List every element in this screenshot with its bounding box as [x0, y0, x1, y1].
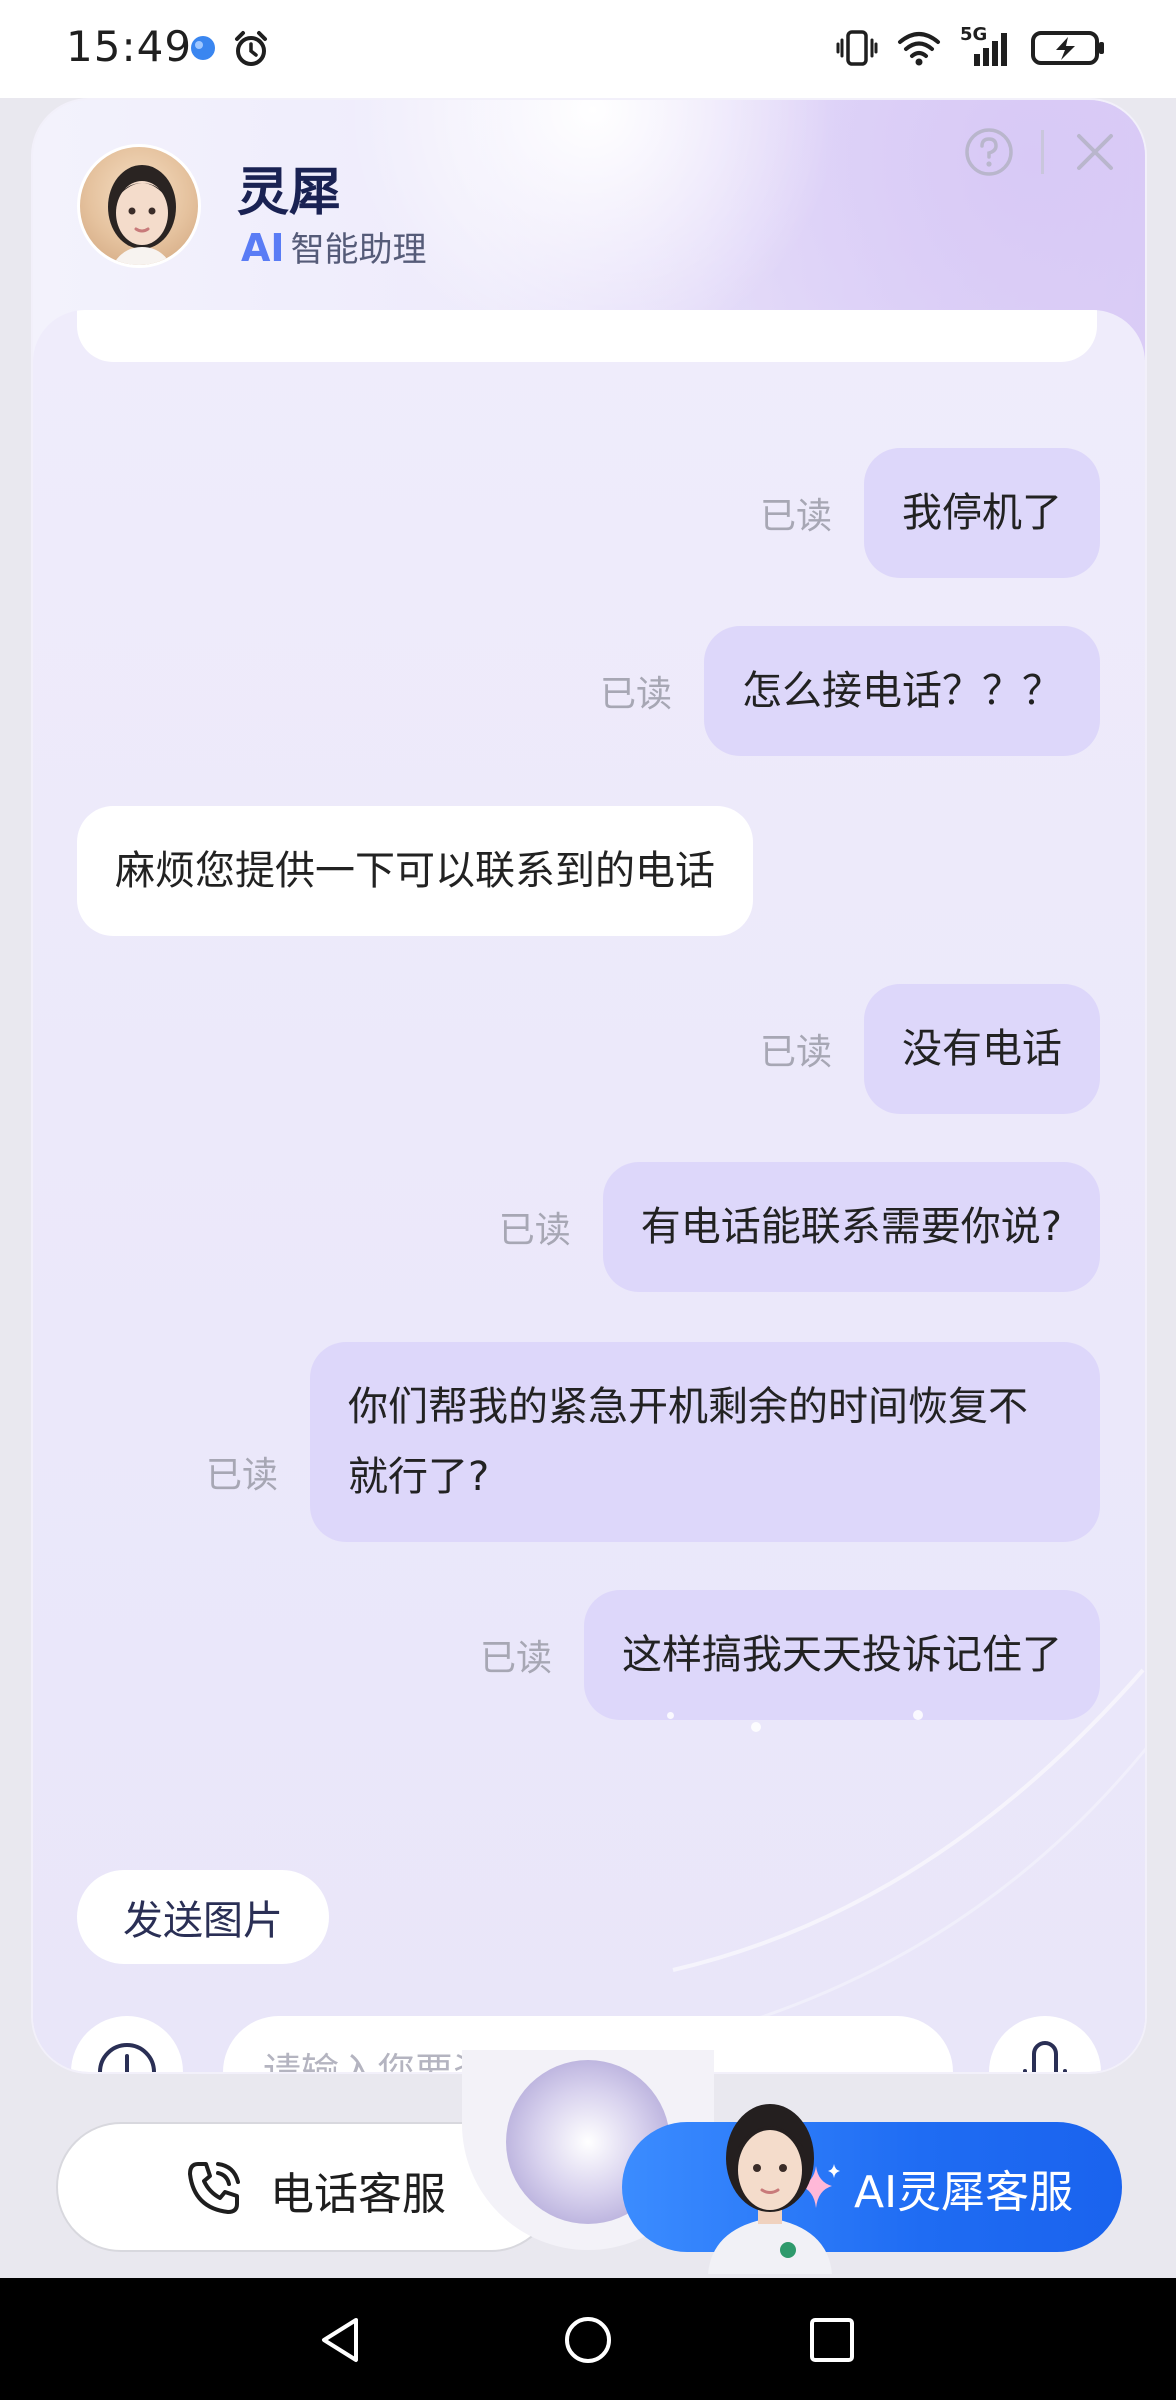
home-icon[interactable] [562, 2314, 614, 2366]
assistant-name: 灵犀 [237, 163, 342, 223]
phone-service-label: 电话客服 [270, 2169, 446, 2220]
read-status: 已读 [498, 1210, 571, 1251]
clock-icon [98, 2043, 156, 2072]
ai-service-label: AI灵犀客服 [854, 2167, 1074, 2218]
vibrate-icon [836, 30, 878, 66]
message-row: 已读 我停机了 [760, 448, 1100, 578]
wifi-icon [898, 32, 940, 66]
user-message-bubble[interactable]: 没有电话 [864, 984, 1100, 1114]
voice-input-button[interactable] [989, 2016, 1101, 2072]
read-status: 已读 [205, 1455, 278, 1496]
message-row: 已读 你们帮我的紧急开机剩余的时间恢复不就行了? [206, 1342, 1100, 1542]
bot-message-bubble[interactable]: 麻烦您提供一下可以联系到的电话 [77, 806, 753, 936]
user-message-bubble[interactable]: 有电话能联系需要你说? [602, 1162, 1100, 1292]
read-status: 已读 [759, 1032, 832, 1073]
message-row: 已读 没有电话 [760, 984, 1100, 1114]
read-status: 已读 [599, 674, 672, 715]
battery-charging-icon [1031, 31, 1104, 65]
send-image-chip[interactable]: 发送图片 [77, 1870, 329, 1964]
blue-dot-app-icon [191, 36, 215, 60]
sparkle [913, 1710, 923, 1720]
back-icon[interactable] [316, 2314, 366, 2366]
history-button[interactable] [71, 2016, 183, 2072]
status-time: 15:49 [66, 22, 193, 71]
phone-icon [188, 2162, 240, 2214]
message-row: 已读 有电话能联系需要你说? [499, 1162, 1100, 1292]
message-row: 已读 怎么接电话？？？ [600, 626, 1100, 756]
read-status: 已读 [479, 1638, 552, 1679]
read-status: 已读 [759, 496, 832, 537]
header-divider [1041, 130, 1044, 174]
assistant-subtitle-text: 智能助理 [290, 230, 427, 270]
decorative-arc [672, 1668, 1145, 2022]
help-icon[interactable] [963, 126, 1015, 178]
user-message-bubble[interactable]: 怎么接电话？？？ [704, 626, 1100, 756]
chat-panel[interactable]: 已读 我停机了 已读 怎么接电话？？？ 麻烦您提供一下可以联系到的电话 已读 没… [33, 310, 1145, 2072]
user-message-bubble[interactable]: 我停机了 [864, 448, 1100, 578]
user-message-bubble[interactable]: 你们帮我的紧急开机剩余的时间恢复不就行了? [310, 1342, 1100, 1542]
sparkle [751, 1722, 761, 1732]
status-bar: 15:49 5G [0, 0, 1176, 98]
assistant-subtitle: AI 智能助理 [241, 222, 427, 271]
recents-icon[interactable] [808, 2316, 856, 2364]
status-left-icons [188, 30, 270, 68]
ai-badge: AI [241, 226, 285, 270]
microphone-icon [1023, 2041, 1067, 2072]
close-icon[interactable] [1071, 128, 1119, 176]
avatar [77, 144, 201, 268]
assistant-card: 灵犀 AI 智能助理 已读 我停机了 已读 怎么接电话？？？ 麻烦您提供一下可以联… [33, 100, 1145, 2072]
ai-agent-figure-icon [708, 2104, 832, 2274]
sparkle [667, 1712, 674, 1719]
previous-bot-bubble [77, 310, 1097, 362]
status-right-icons: 5G [836, 24, 1106, 68]
signal-5g-icon: 5G [960, 24, 1012, 68]
system-nav-bar [0, 2278, 1176, 2400]
alarm-icon [235, 31, 267, 66]
